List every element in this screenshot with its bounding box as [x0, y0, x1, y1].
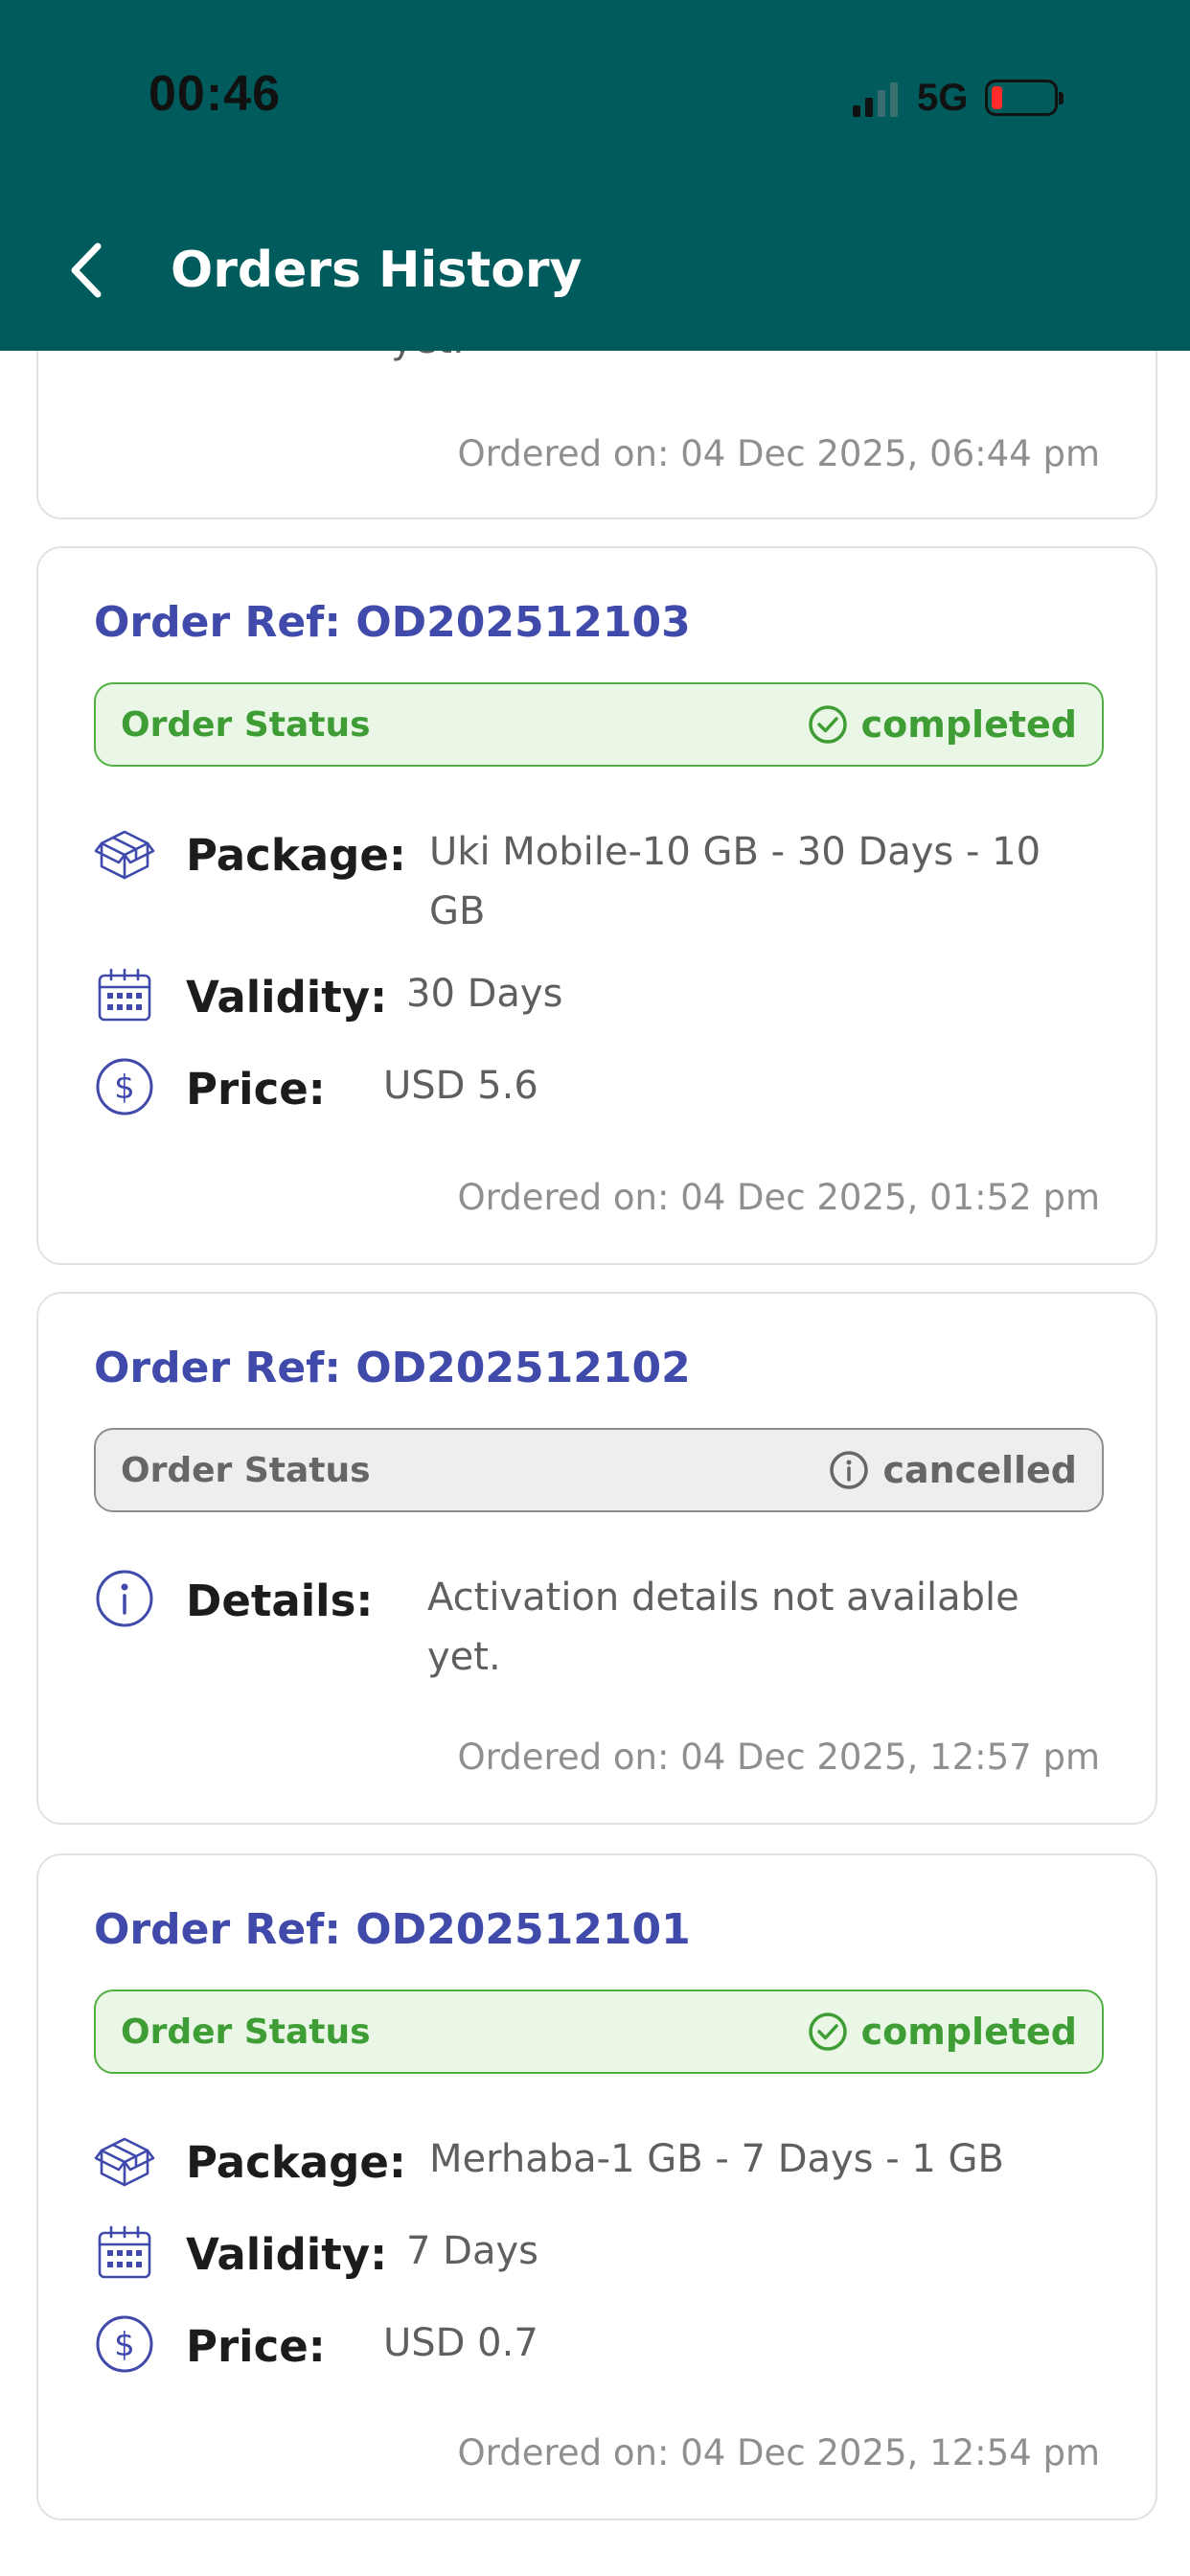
validity-label: Validity: [186, 2229, 388, 2280]
status-label: Order Status [121, 2012, 371, 2052]
order-ref: Order Ref: OD202512103 [94, 598, 691, 647]
order-status-bar: Order Status completed [94, 682, 1104, 767]
check-circle-icon [808, 705, 847, 744]
ordered-on-text: Ordered on: 04 Dec 2025, 12:54 pm [457, 2432, 1100, 2473]
ordered-on-text: Ordered on: 04 Dec 2025, 12:57 pm [457, 1736, 1100, 1778]
dollar-circle-icon: $ [96, 2315, 153, 2373]
price-row: $ Price: USD 5.6 [94, 1056, 1104, 1117]
back-button[interactable] [48, 222, 125, 318]
info-circle-icon [830, 1451, 869, 1489]
status-badge: completed [808, 703, 1077, 746]
price-value: USD 5.6 [383, 1064, 538, 1108]
package-label: Package: [186, 2137, 406, 2188]
dollar-circle-icon: $ [96, 1058, 153, 1116]
package-label: Package: [186, 830, 406, 881]
svg-text:$: $ [114, 1069, 135, 1107]
ordered-on-text: Ordered on: 04 Dec 2025, 06:44 pm [457, 433, 1100, 474]
price-label: Price: [186, 2321, 326, 2372]
info-circle-icon [96, 1570, 153, 1627]
order-status-bar: Order Status cancelled [94, 1428, 1104, 1512]
price-label: Price: [186, 1064, 326, 1115]
details-row: Details: Activation details not availabl… [94, 1568, 1104, 1687]
package-row: Package: Merhaba-1 GB - 7 Days - 1 GB [94, 2129, 1104, 2191]
validity-row: Validity: 30 Days [94, 964, 1104, 1025]
status-badge: cancelled [829, 1449, 1077, 1491]
order-card[interactable]: Order Ref: OD202512102 Order Status canc… [36, 1292, 1157, 1825]
validity-row: Validity: 7 Days [94, 2221, 1104, 2283]
package-value: Uki Mobile-10 GB - 30 Days - 10 GB [429, 830, 1041, 933]
status-bar-indicators: 5G [853, 69, 1064, 126]
status-label: Order Status [121, 1450, 371, 1490]
status-label: Order Status [121, 704, 371, 745]
app-header: 00:46 5G Orders History [0, 0, 1190, 351]
chevron-left-icon [71, 242, 102, 298]
status-badge: completed [808, 2011, 1077, 2053]
validity-value: 30 Days [406, 972, 563, 1016]
package-value: Merhaba-1 GB - 7 Days - 1 GB [429, 2137, 1004, 2181]
package-box-icon [94, 2137, 155, 2187]
check-circle-icon [808, 2012, 847, 2051]
order-ref: Order Ref: OD202512102 [94, 1344, 691, 1392]
order-card[interactable]: Order Ref: OD202512101 Order Status comp… [36, 1853, 1157, 2520]
order-ref: Order Ref: OD202512101 [94, 1905, 691, 1954]
network-type: 5G [917, 76, 969, 119]
price-value: USD 0.7 [383, 2321, 538, 2365]
orders-history-screen: 00:46 5G Orders History yet. Ordered on:… [0, 0, 1190, 2576]
status-bar-time: 00:46 [149, 66, 281, 122]
signal-icon [853, 79, 898, 117]
package-row: Package: Uki Mobile-10 GB - 30 Days - 10… [94, 822, 1104, 941]
ordered-on-text: Ordered on: 04 Dec 2025, 01:52 pm [457, 1177, 1100, 1218]
order-status-bar: Order Status completed [94, 1990, 1104, 2074]
page-title: Orders History [171, 242, 583, 299]
order-card[interactable]: Order Ref: OD202512103 Order Status comp… [36, 546, 1157, 1265]
status-value: completed [860, 703, 1077, 746]
details-label: Details: [186, 1576, 374, 1626]
battery-icon [985, 80, 1064, 116]
package-box-icon [94, 830, 155, 880]
status-value: cancelled [882, 1449, 1077, 1491]
validity-label: Validity: [186, 972, 388, 1023]
calendar-icon [98, 2225, 151, 2279]
price-row: $ Price: USD 0.7 [94, 2313, 1104, 2375]
details-value: Activation details not available yet. [427, 1576, 1019, 1679]
validity-value: 7 Days [406, 2229, 538, 2273]
status-value: completed [860, 2011, 1077, 2053]
calendar-icon [98, 968, 151, 1022]
svg-text:$: $ [114, 2326, 135, 2364]
